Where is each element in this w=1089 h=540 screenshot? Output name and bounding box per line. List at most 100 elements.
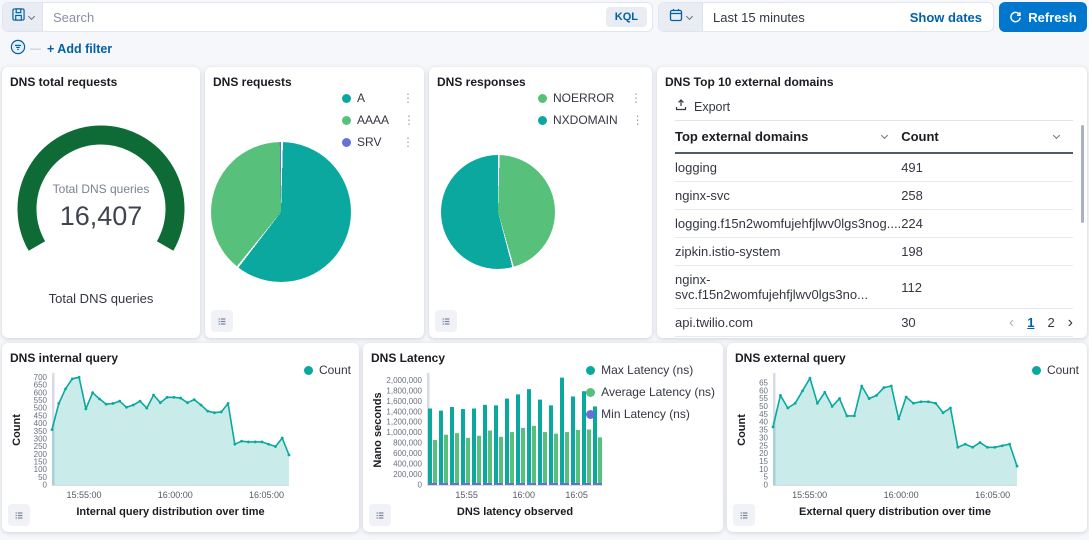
domain-cell: nginx-svc xyxy=(675,182,901,210)
table-row: zipkin.istio-system198 xyxy=(675,238,1073,266)
count-cell: 112 xyxy=(901,266,1073,309)
legend-item[interactable]: Count xyxy=(304,363,351,377)
legend-toggle-button[interactable] xyxy=(8,504,30,526)
legend-label: Average Latency (ns) xyxy=(601,385,715,399)
saved-query-button[interactable] xyxy=(3,3,43,31)
count-cell: 198 xyxy=(901,238,1073,266)
column-header[interactable]: Top external domains xyxy=(675,121,901,154)
pagination-next-icon[interactable]: › xyxy=(1068,316,1073,329)
filter-separator: — xyxy=(30,43,41,55)
kql-language-button[interactable]: KQL xyxy=(606,7,647,27)
legend-toggle-button[interactable] xyxy=(435,310,457,332)
legend-menu-icon[interactable]: ⋮ xyxy=(394,135,414,149)
panel-dns-latency: DNS Latency Max Latency (ns)Average Late… xyxy=(363,343,723,532)
refresh-label: Refresh xyxy=(1028,10,1076,25)
pagination-prev-icon[interactable]: ‹ xyxy=(1009,316,1014,329)
filter-icon[interactable] xyxy=(10,39,26,60)
date-quick-select-button[interactable] xyxy=(659,3,703,31)
legend-item[interactable]: SRV ⋮ xyxy=(342,135,414,149)
chart-legend: Count xyxy=(1032,363,1079,377)
legend-label: SRV xyxy=(357,135,381,149)
legend-item[interactable]: Min Latency (ns) xyxy=(586,407,715,421)
svg-text:Total DNS queries: Total DNS queries xyxy=(53,182,150,196)
panel-dns-total-requests: DNS total requests Total DNS queries16,4… xyxy=(2,67,200,338)
svg-text:45: 45 xyxy=(759,410,768,419)
time-range-value[interactable]: Last 15 minutes xyxy=(703,10,910,25)
legend-label: NXDOMAIN xyxy=(553,113,618,127)
legend-toggle-button[interactable] xyxy=(211,310,233,332)
pagination-page-2[interactable]: 2 xyxy=(1047,315,1054,330)
pie-legend: A⋮ AAAA ⋮ SRV ⋮ xyxy=(342,91,414,149)
legend-label: Count xyxy=(319,363,351,377)
table-scrollbar[interactable] xyxy=(1081,125,1084,223)
svg-text:16:00:00: 16:00:00 xyxy=(884,490,919,500)
legend-item[interactable]: Average Latency (ns) xyxy=(586,385,715,399)
domain-cell: nginx-svc.f15n2womfujehfjlwv0lgs3no... xyxy=(675,266,901,309)
svg-text:700: 700 xyxy=(34,373,48,382)
legend-toggle-button[interactable] xyxy=(733,504,755,526)
pagination-page-1[interactable]: 1 xyxy=(1027,315,1034,330)
svg-text:1,200,000: 1,200,000 xyxy=(386,418,422,427)
legend-item[interactable]: NXDOMAIN ⋮ xyxy=(538,113,642,127)
svg-text:0: 0 xyxy=(418,481,423,490)
sort-chevron-icon[interactable] xyxy=(881,132,888,139)
internal-query-area-chart: Count05010015020025030035040045050055060… xyxy=(10,367,351,524)
table-row: checkoutservice12 xyxy=(675,337,1073,339)
export-icon xyxy=(675,99,687,114)
svg-text:65: 65 xyxy=(759,378,768,387)
legend-item[interactable]: NOERROR⋮ xyxy=(538,91,642,105)
svg-text:100: 100 xyxy=(34,465,48,474)
show-dates-button[interactable]: Show dates xyxy=(910,10,993,25)
panel-dns-internal-query: DNS internal query Count Count0501001502… xyxy=(2,343,359,532)
svg-text:0: 0 xyxy=(43,481,48,490)
legend-item[interactable]: Max Latency (ns) xyxy=(586,363,715,377)
export-button[interactable]: Export xyxy=(675,99,755,114)
domain-cell: api.twilio.com xyxy=(675,309,901,337)
svg-text:1,400,000: 1,400,000 xyxy=(386,407,422,416)
dns-requests-pie-chart xyxy=(211,142,351,282)
legend-menu-icon[interactable]: ⋮ xyxy=(394,91,414,105)
svg-text:16:05: 16:05 xyxy=(565,490,588,500)
legend-toggle-button[interactable] xyxy=(369,504,391,526)
svg-text:40: 40 xyxy=(759,418,768,427)
legend-menu-icon[interactable]: ⋮ xyxy=(624,113,644,127)
svg-text:16:00:00: 16:00:00 xyxy=(158,490,193,500)
domain-cell: checkoutservice xyxy=(675,337,901,339)
refresh-icon xyxy=(1009,11,1022,24)
panel-dns-external-query: DNS external query Count Count0510152025… xyxy=(727,343,1087,532)
legend-menu-icon[interactable]: ⋮ xyxy=(395,113,415,127)
svg-text:5: 5 xyxy=(764,473,769,482)
legend-dot-icon xyxy=(586,366,595,375)
svg-text:50: 50 xyxy=(38,473,47,482)
legend-item[interactable]: AAAA ⋮ xyxy=(342,113,414,127)
table-row: nginx-svc.f15n2womfujehfjlwv0lgs3no...11… xyxy=(675,266,1073,309)
panel-dns-requests: DNS requests A⋮AAAA⋮SRV⋮ xyxy=(205,67,424,338)
export-label: Export xyxy=(694,100,730,114)
svg-text:15: 15 xyxy=(759,457,768,466)
svg-text:450: 450 xyxy=(34,411,48,420)
legend-label: AAAA xyxy=(357,113,389,127)
legend-item[interactable]: Count xyxy=(1032,363,1079,377)
svg-text:1,000,000: 1,000,000 xyxy=(386,428,422,437)
column-header[interactable]: Count xyxy=(901,121,1073,154)
sort-chevron-icon[interactable] xyxy=(1053,132,1060,139)
svg-text:16:05:00: 16:05:00 xyxy=(249,490,284,500)
svg-text:Count: Count xyxy=(736,414,748,446)
legend-dot-icon xyxy=(586,410,595,419)
filter-bar: — + Add filter xyxy=(0,32,1089,62)
svg-text:550: 550 xyxy=(34,396,48,405)
calendar-icon xyxy=(669,8,683,27)
refresh-button[interactable]: Refresh xyxy=(999,2,1087,32)
panel-dns-responses: DNS responses NOERROR⋮NXDOMAIN⋮ xyxy=(429,67,652,338)
chart-legend: Count xyxy=(304,363,351,377)
count-cell: 12 xyxy=(901,337,1073,339)
add-filter-button[interactable]: + Add filter xyxy=(47,42,112,56)
dashboard-row-1: DNS total requests Total DNS queries16,4… xyxy=(2,67,1087,338)
legend-label: Count xyxy=(1047,363,1079,377)
svg-text:200,000: 200,000 xyxy=(393,470,422,479)
svg-text:400,000: 400,000 xyxy=(393,460,422,469)
legend-menu-icon[interactable]: ⋮ xyxy=(622,91,642,105)
search-input[interactable] xyxy=(43,3,606,31)
svg-text:1,800,000: 1,800,000 xyxy=(386,386,422,395)
legend-item[interactable]: A⋮ xyxy=(342,91,414,105)
